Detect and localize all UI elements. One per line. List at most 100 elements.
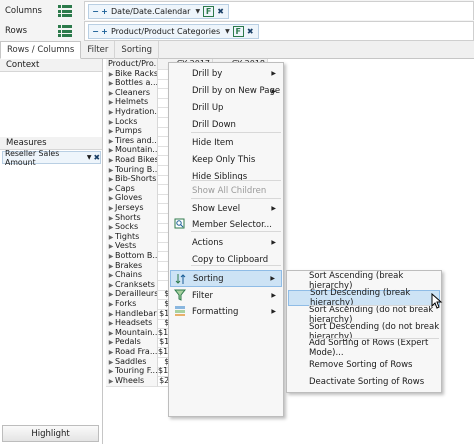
row-header-label: Shorts: [115, 212, 141, 222]
row-header-label: Tires and...: [115, 135, 158, 145]
expand-row-icon[interactable]: ▶: [107, 377, 115, 386]
menu-item-show-level[interactable]: Show Level ▶: [170, 200, 282, 217]
row-header-label: Jerseys: [115, 203, 144, 212]
row-header-label: Forks: [115, 299, 137, 308]
menu-item-sorting[interactable]: Sorting ▶: [170, 270, 282, 287]
sorting-submenu: Sort Ascending (break hierarchy) Sort Des…: [286, 270, 442, 393]
submenu-item-add-sorting-of-rows-expert-mode[interactable]: Add Sorting of Rows (Expert Mode)...: [288, 338, 440, 358]
row-header-label: Cleaners: [115, 87, 151, 97]
menu-item-label: Drill Down: [192, 119, 236, 130]
formatting-icon: [175, 306, 185, 316]
rows-drop-row: Rows − + Product/Product Categories ▼ F …: [0, 20, 474, 42]
columns-grid-icon[interactable]: [58, 5, 72, 17]
remove-icon[interactable]: ✖: [93, 153, 100, 162]
filter-icon[interactable]: F: [232, 25, 244, 37]
collapse-icon[interactable]: −: [91, 7, 100, 16]
menu-item-filter[interactable]: Filter ▶: [170, 287, 282, 304]
menu-item-label: Keep Only This: [192, 154, 256, 165]
menu-item-formatting[interactable]: Formatting ▶: [170, 303, 282, 320]
submenu-separator: [309, 305, 439, 306]
remove-icon[interactable]: ✖: [215, 7, 226, 16]
row-header-label: Tights: [115, 231, 140, 241]
mouse-cursor-icon: [431, 293, 443, 309]
submenu-arrow-icon: ▶: [270, 275, 275, 282]
context-menu: Drill by ▶ Drill by on New Page ▶ Drill Up Dr…: [168, 62, 284, 417]
menu-item-keep-only-this[interactable]: Keep Only This: [170, 151, 282, 168]
filter-icon: [174, 289, 186, 301]
submenu-item-sort-descending-break-hierarchy[interactable]: Sort Descending (break hierarchy): [288, 288, 440, 308]
menu-item-drill-by-on-new-page[interactable]: Drill by on New Page ▶: [170, 83, 282, 100]
context-header: Context: [0, 59, 102, 72]
submenu-arrow-icon: ▶: [271, 205, 276, 212]
remove-icon[interactable]: ✖: [245, 27, 256, 36]
row-header-label: Handlebars: [115, 308, 158, 318]
menu-item-label: Show Level: [192, 203, 241, 214]
row-header-label: Brakes: [115, 260, 143, 270]
row-header-label: Pedals: [115, 337, 141, 347]
menu-item-label: Drill Up: [192, 102, 224, 113]
submenu-item-remove-sorting-of-rows[interactable]: Remove Sorting of Rows: [288, 357, 440, 373]
row-header-label: Chains: [115, 270, 143, 280]
submenu-arrow-icon: ▶: [271, 70, 276, 77]
columns-drop-area[interactable]: − + Date/Date.Calendar ▼ F ✖: [84, 1, 474, 21]
collapse-icon[interactable]: −: [91, 27, 100, 36]
dropdown-icon[interactable]: ▼: [193, 8, 202, 15]
menu-item-actions[interactable]: Actions ▶: [170, 234, 282, 251]
menu-item-drill-by[interactable]: Drill by ▶: [170, 65, 282, 82]
menu-item-label: Formatting: [192, 306, 239, 317]
rows-chip-label: Product/Product Categories: [111, 26, 221, 36]
row-header-label: Touring B...: [115, 164, 158, 174]
row-header-label: Locks: [115, 116, 138, 126]
tab-filter[interactable]: Filter: [81, 41, 116, 59]
row-header-label: Caps: [115, 183, 135, 193]
row-header-label: Socks: [115, 222, 139, 232]
row-header-label: Wheels: [115, 375, 145, 385]
submenu-item-deactivate-sorting-of-rows[interactable]: Deactivate Sorting of Rows: [288, 374, 440, 390]
menu-separator: [191, 132, 281, 133]
measure-chip-label: Reseller Sales Amount: [5, 148, 60, 167]
columns-chip[interactable]: − + Date/Date.Calendar ▼ F ✖: [88, 3, 230, 19]
menu-item-hide-item[interactable]: Hide Item: [170, 134, 282, 151]
row-header-label: Road Bikes: [115, 155, 158, 164]
columns-chip-label: Date/Date.Calendar: [111, 6, 191, 16]
menu-item-label: Filter: [192, 290, 214, 301]
row-header-label: Road Fra...: [115, 347, 158, 356]
dropdown-icon[interactable]: ▼: [223, 28, 232, 35]
row-header-label: Touring F...: [115, 366, 158, 376]
filter-icon[interactable]: F: [203, 5, 215, 17]
rows-drop-area[interactable]: − + Product/Product Categories ▼ F ✖: [84, 21, 474, 41]
row-header-label: Helmets: [115, 97, 149, 107]
menu-item-label: Copy to Clipboard: [192, 254, 269, 265]
submenu-arrow-icon: ▶: [271, 239, 276, 246]
rows-chip[interactable]: − + Product/Product Categories ▼ F ✖: [88, 23, 259, 39]
row-header-label: Pumps: [115, 126, 142, 136]
submenu-arrow-icon: ▶: [271, 292, 276, 299]
row-header-label: Bib-Shorts: [115, 174, 157, 184]
measure-chip[interactable]: Reseller Sales Amount ▼ ✖: [2, 148, 101, 167]
menu-item-drill-up[interactable]: Drill Up: [170, 99, 282, 116]
menu-item-show-all-children[interactable]: Show All Children: [170, 182, 282, 199]
expand-icon[interactable]: +: [100, 7, 109, 16]
tab-sorting[interactable]: Sorting: [115, 41, 159, 59]
columns-drop-row: Columns − + Date/Date.Calendar ▼ F ✖: [0, 0, 474, 22]
rows-grid-icon[interactable]: [58, 25, 72, 37]
row-header-label: Saddles: [115, 356, 147, 366]
row-header-label: Headsets: [115, 318, 153, 328]
menu-item-label: Drill by: [192, 68, 223, 79]
submenu-item-sort-ascending-do-not-break-hierarchy[interactable]: Sort Ascending (do not break hierarchy): [288, 305, 440, 325]
menu-item-drill-down[interactable]: Drill Down: [170, 116, 282, 133]
menu-item-label: Show All Children: [192, 185, 267, 196]
menu-separator: [191, 265, 281, 266]
dropdown-icon[interactable]: ▼: [87, 154, 92, 161]
member-selector-icon: [174, 218, 185, 229]
submenu-arrow-icon: ▶: [271, 308, 276, 315]
tab-rows-columns[interactable]: Rows / Columns: [0, 41, 82, 59]
menu-item-label: Drill by on New Page: [192, 86, 281, 96]
rows-label: Rows: [5, 26, 28, 36]
row-header-label: Derailleurs: [115, 289, 158, 299]
menu-separator: [191, 231, 281, 232]
row-header-cell[interactable]: ▶ Wheels: [106, 375, 158, 387]
highlight-button[interactable]: Highlight: [2, 425, 99, 442]
tab-bar: Rows / Columns Filter Sorting: [0, 41, 474, 59]
expand-icon[interactable]: +: [100, 27, 109, 36]
